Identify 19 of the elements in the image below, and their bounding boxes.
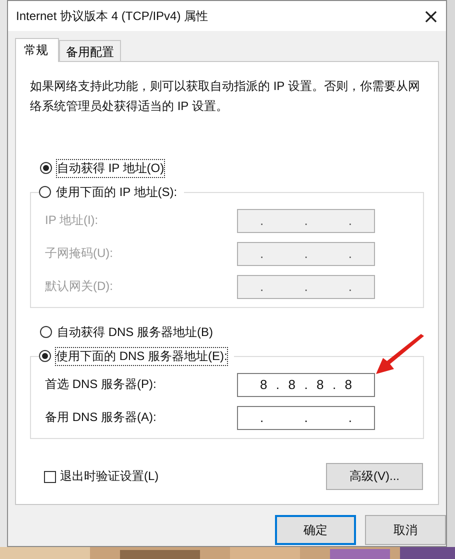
- description-text: 如果网络支持此功能，则可以获取自动指派的 IP 设置。否则，你需要从网络系统管理员处获得适当的 IP 设置。: [30, 78, 420, 115]
- field-label: 默认网关(D):: [45, 278, 113, 295]
- radio-button[interactable]: 使用下面的 DNS 服务器地址(E):: [39, 346, 234, 366]
- tab[interactable]: 备用配置: [59, 40, 121, 61]
- ip-address-field[interactable]: . . .: [237, 406, 375, 430]
- close-button[interactable]: ×: [416, 1, 446, 31]
- ok-button[interactable]: 确定: [275, 515, 356, 545]
- tab[interactable]: 常规: [15, 38, 59, 62]
- field-label: IP 地址(I):: [45, 212, 98, 229]
- ip-address-field[interactable]: 8 . 8 . 8 . 8: [237, 372, 375, 396]
- field-label: 首选 DNS 服务器(P):: [45, 376, 156, 393]
- radio-button[interactable]: 自动获得 DNS 服务器地址(B): [40, 322, 214, 342]
- window-title: Internet 协议版本 4 (TCP/IPv4) 属性: [16, 8, 208, 24]
- cancel-button[interactable]: 取消: [365, 515, 446, 545]
- annotation-arrow: [376, 334, 426, 376]
- checkbox[interactable]: 退出时验证设置(L): [44, 468, 159, 485]
- field-label: 备用 DNS 服务器(A):: [45, 409, 156, 426]
- advanced-button[interactable]: 高级(V)...: [326, 463, 423, 490]
- field-label: 子网掩码(U):: [45, 245, 113, 262]
